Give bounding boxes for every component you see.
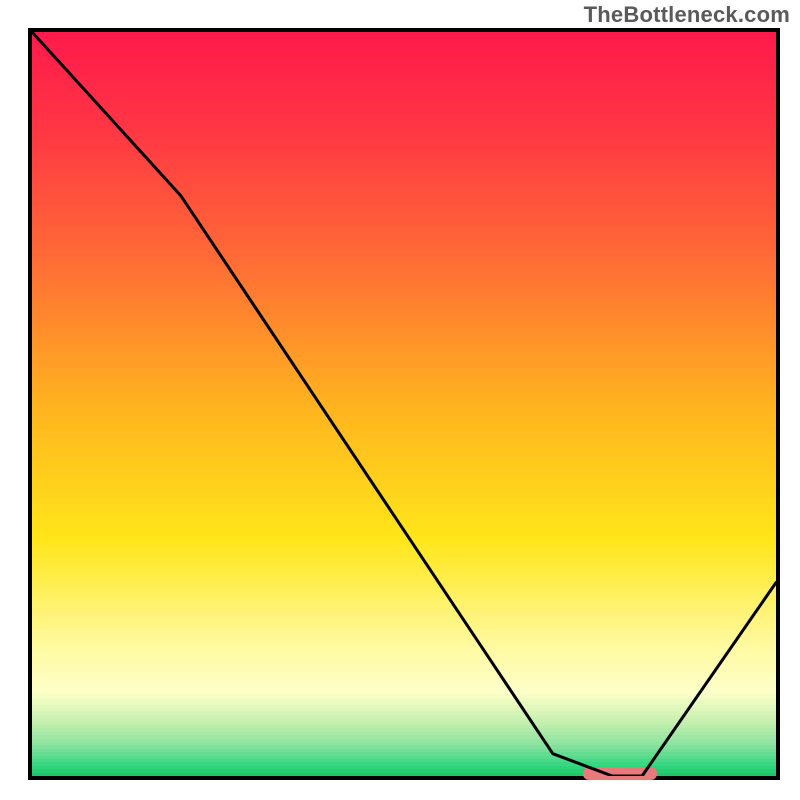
gradient-background [32,32,776,776]
watermark-text: TheBottleneck.com [584,2,790,28]
chart-container: TheBottleneck.com [0,0,800,800]
optimal-range-marker [583,767,657,780]
plot-area [28,28,780,780]
